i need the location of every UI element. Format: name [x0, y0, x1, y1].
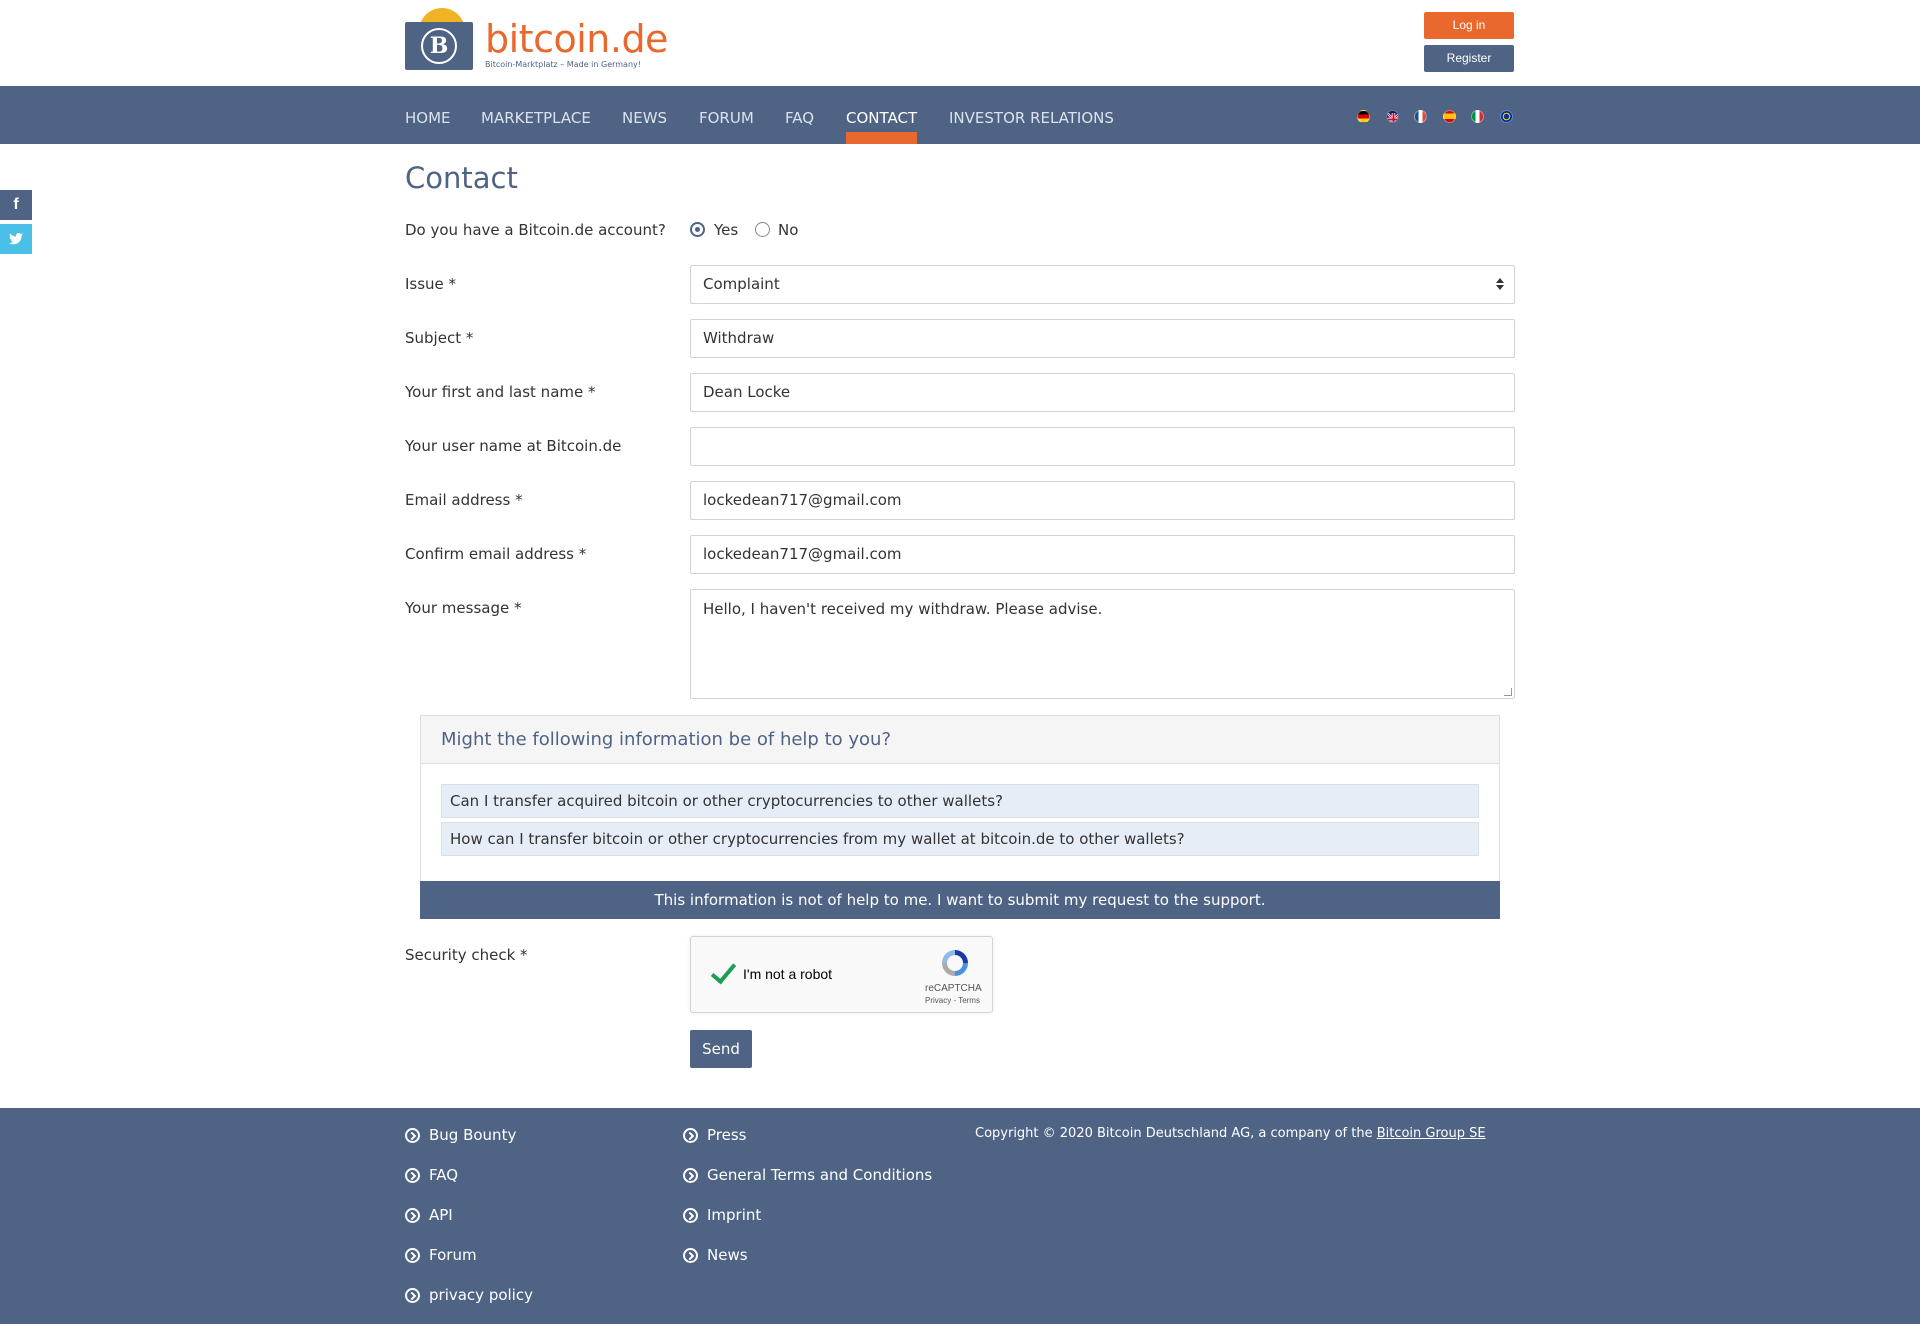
footer-link-imprint[interactable]: Imprint	[683, 1206, 761, 1224]
subject-label: Subject *	[405, 329, 474, 347]
nav-marketplace[interactable]: MARKETPLACE	[481, 86, 591, 144]
email-label: Email address *	[405, 491, 523, 509]
email-input[interactable]: lockedean717@gmail.com	[690, 481, 1515, 520]
chevron-circle-icon	[405, 1287, 420, 1303]
footer-link-label: privacy policy	[429, 1286, 533, 1304]
logo-name: bitcoin.de	[485, 17, 668, 61]
account-yes-radio[interactable]	[690, 222, 705, 237]
security-check-label: Security check *	[405, 946, 528, 964]
footer-link-label: Bug Bounty	[429, 1126, 517, 1144]
page-title: Contact	[405, 161, 518, 195]
nav-news[interactable]: NEWS	[622, 86, 667, 144]
footer-link-label: General Terms and Conditions	[707, 1166, 933, 1184]
recaptcha-brand: reCAPTCHA	[925, 983, 982, 994]
checkmark-icon[interactable]	[707, 959, 735, 987]
submit-to-support-button[interactable]: This information is not of help to me. I…	[420, 881, 1500, 919]
account-question-label: Do you have a Bitcoin.de account?	[405, 221, 666, 239]
chevron-circle-icon	[683, 1127, 698, 1143]
message-textarea[interactable]: Hello, I haven't received my withdraw. P…	[690, 589, 1515, 699]
issue-select-value: Complaint	[703, 275, 780, 293]
footer-link-label: Press	[707, 1126, 747, 1144]
chevron-circle-icon	[683, 1207, 698, 1223]
top-header: B bitcoin.de Bitcoin-Marktplatz – Made i…	[0, 0, 1920, 86]
bitcoin-logo-icon: B	[405, 8, 473, 70]
logo-tagline: Bitcoin-Marktplatz – Made in Germany!	[485, 60, 641, 69]
chevron-circle-icon	[405, 1207, 420, 1223]
recaptcha-widget[interactable]: I'm not a robot reCAPTCHA Privacy - Term…	[690, 936, 993, 1013]
account-no-label: No	[778, 221, 799, 239]
username-input[interactable]	[690, 427, 1515, 466]
main-nav: HOME MARKETPLACE NEWS FORUM FAQ CONTACT …	[0, 86, 1920, 144]
footer-link-forum[interactable]: Forum	[405, 1246, 477, 1264]
spanish-flag-icon[interactable]	[1443, 110, 1456, 123]
footer-link-label: News	[707, 1246, 748, 1264]
help-suggestions-box: Might the following information be of he…	[420, 715, 1500, 919]
chevron-circle-icon	[683, 1167, 698, 1183]
copyright-text: Copyright © 2020 Bitcoin Deutschland AG,…	[975, 1126, 1377, 1141]
german-flag-icon[interactable]	[1357, 110, 1370, 123]
account-no-radio[interactable]	[755, 222, 770, 237]
recaptcha-logo-icon	[939, 947, 971, 979]
footer-link-label: API	[429, 1206, 453, 1224]
confirm-email-input[interactable]: lockedean717@gmail.com	[690, 535, 1515, 574]
chevron-circle-icon	[405, 1127, 420, 1143]
uk-flag-icon[interactable]	[1386, 110, 1399, 123]
facebook-share-icon[interactable]: f	[0, 190, 32, 220]
message-text: Hello, I haven't received my withdraw. P…	[703, 600, 1103, 618]
footer-link-privacy[interactable]: privacy policy	[405, 1286, 533, 1304]
account-yes-label: Yes	[714, 221, 739, 239]
recaptcha-terms-link[interactable]: Privacy - Terms	[925, 996, 980, 1005]
nav-forum[interactable]: FORUM	[699, 86, 754, 144]
help-link-item[interactable]: How can I transfer bitcoin or other cryp…	[441, 822, 1479, 856]
footer: Bug Bounty FAQ API Forum privacy policy …	[0, 1108, 1920, 1324]
select-arrows-icon	[1496, 276, 1504, 292]
nav-active-indicator	[846, 132, 917, 144]
resize-grip-icon[interactable]	[1504, 688, 1512, 696]
footer-link-label: Forum	[429, 1246, 477, 1264]
footer-link-press[interactable]: Press	[683, 1126, 746, 1144]
chevron-circle-icon	[683, 1247, 698, 1263]
bitcoin-group-link[interactable]: Bitcoin Group SE	[1377, 1126, 1486, 1141]
register-button[interactable]: Register	[1424, 45, 1514, 72]
subject-input[interactable]: Withdraw	[690, 319, 1515, 358]
chevron-circle-icon	[405, 1247, 420, 1263]
send-button[interactable]: Send	[690, 1030, 752, 1068]
italian-flag-icon[interactable]	[1471, 110, 1484, 123]
help-link-item[interactable]: Can I transfer acquired bitcoin or other…	[441, 784, 1479, 818]
name-input[interactable]: Dean Locke	[690, 373, 1515, 412]
footer-link-bug-bounty[interactable]: Bug Bounty	[405, 1126, 516, 1144]
login-button[interactable]: Log in	[1424, 12, 1514, 39]
nav-faq[interactable]: FAQ	[785, 86, 814, 144]
page: B bitcoin.de Bitcoin-Marktplatz – Made i…	[0, 0, 1920, 1324]
name-label: Your first and last name *	[405, 383, 596, 401]
footer-link-terms[interactable]: General Terms and Conditions	[683, 1166, 932, 1184]
footer-link-api[interactable]: API	[405, 1206, 453, 1224]
message-label: Your message *	[405, 599, 522, 617]
chevron-circle-icon	[405, 1167, 420, 1183]
eu-flag-icon[interactable]	[1500, 110, 1513, 123]
logo[interactable]: B bitcoin.de Bitcoin-Marktplatz – Made i…	[405, 8, 668, 70]
nav-home[interactable]: HOME	[405, 86, 451, 144]
copyright-notice: Copyright © 2020 Bitcoin Deutschland AG,…	[975, 1126, 1486, 1141]
nav-investor-relations[interactable]: INVESTOR RELATIONS	[949, 86, 1114, 144]
issue-select[interactable]: Complaint	[690, 265, 1515, 304]
confirm-email-label: Confirm email address *	[405, 545, 587, 563]
footer-link-news[interactable]: News	[683, 1246, 748, 1264]
footer-link-label: Imprint	[707, 1206, 762, 1224]
french-flag-icon[interactable]	[1414, 110, 1427, 123]
footer-link-label: FAQ	[429, 1166, 459, 1184]
recaptcha-label: I'm not a robot	[743, 966, 833, 982]
username-label: Your user name at Bitcoin.de	[405, 437, 622, 455]
footer-link-faq[interactable]: FAQ	[405, 1166, 458, 1184]
issue-label: Issue *	[405, 275, 457, 293]
twitter-share-icon[interactable]	[0, 224, 32, 254]
help-title: Might the following information be of he…	[421, 716, 1499, 764]
